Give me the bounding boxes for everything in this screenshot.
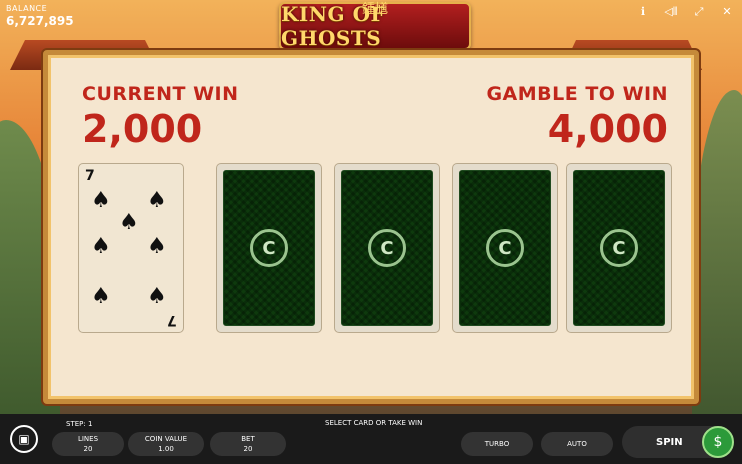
card-rank-top: 7 (85, 168, 95, 184)
gamble-to-win-label: GAMBLE TO WIN (486, 83, 668, 105)
step-indicator: STEP: 1 (66, 420, 93, 428)
face-down-card-4[interactable]: C (566, 163, 672, 333)
current-win-value: 2,000 (82, 107, 203, 151)
spade-icon: ♠ (147, 234, 167, 259)
history-icon[interactable]: ▣ (10, 425, 38, 453)
coin-value-value: 1.00 (158, 445, 174, 453)
game-logo: 鍾馗 KING OF GHOSTS (279, 2, 471, 50)
spade-icon: ♠ (119, 210, 139, 235)
face-down-card-3[interactable]: C (452, 163, 558, 333)
card-emblem-icon: C (600, 229, 638, 267)
gamble-to-win-value: 4,000 (547, 107, 668, 151)
spade-icon: ♠ (147, 284, 167, 309)
close-icon[interactable]: ✕ (720, 5, 734, 19)
card-emblem-icon: C (250, 229, 288, 267)
face-down-card-2[interactable]: C (334, 163, 440, 333)
face-down-card-1[interactable]: C (216, 163, 322, 333)
spade-icon: ♠ (91, 188, 111, 213)
balance-value: 6,727,895 (6, 14, 74, 28)
turbo-button[interactable]: TURBO (461, 432, 533, 456)
logo-chinese-text: 鍾馗 (361, 2, 389, 17)
revealed-card: 7 7 ♠ ♠ ♠ ♠ ♠ ♠ ♠ (78, 163, 184, 333)
spade-icon: ♠ (147, 188, 167, 213)
auto-button[interactable]: AUTO (541, 432, 613, 456)
turbo-label: TURBO (484, 440, 510, 448)
current-win-label: CURRENT WIN (82, 83, 239, 105)
spade-icon: ♠ (91, 284, 111, 309)
auto-label: AUTO (567, 440, 587, 448)
bet-label: BET (241, 435, 255, 443)
top-icon-bar: ℹ ◁⦀ ⤢ ✕ (636, 5, 734, 19)
info-icon[interactable]: ℹ (636, 5, 650, 19)
fullscreen-icon[interactable]: ⤢ (692, 5, 706, 19)
card-back-pattern: C (223, 170, 315, 326)
balance-label: BALANCE (6, 4, 48, 13)
collect-win-icon[interactable]: $ (702, 426, 734, 458)
gamble-panel: CURRENT WIN 2,000 GAMBLE TO WIN 4,000 7 … (43, 50, 699, 404)
mountain-right (692, 90, 742, 420)
lines-button[interactable]: LINES 20 (52, 432, 124, 456)
bet-button[interactable]: BET 20 (210, 432, 286, 456)
card-back-pattern: C (573, 170, 665, 326)
card-back-pattern: C (459, 170, 551, 326)
card-emblem-icon: C (486, 229, 524, 267)
spin-label: SPIN (656, 436, 683, 448)
lines-value: 20 (83, 445, 93, 453)
spade-icon: ♠ (91, 234, 111, 259)
coin-value-label: COIN VALUE (144, 435, 188, 443)
card-rank-bottom: 7 (167, 312, 177, 328)
status-message: SELECT CARD OR TAKE WIN (325, 419, 423, 427)
sound-icon[interactable]: ◁⦀ (664, 5, 678, 19)
lines-label: LINES (77, 435, 99, 443)
coin-value-button[interactable]: COIN VALUE 1.00 (128, 432, 204, 456)
card-emblem-icon: C (368, 229, 406, 267)
bet-value: 20 (243, 445, 253, 453)
card-back-pattern: C (341, 170, 433, 326)
